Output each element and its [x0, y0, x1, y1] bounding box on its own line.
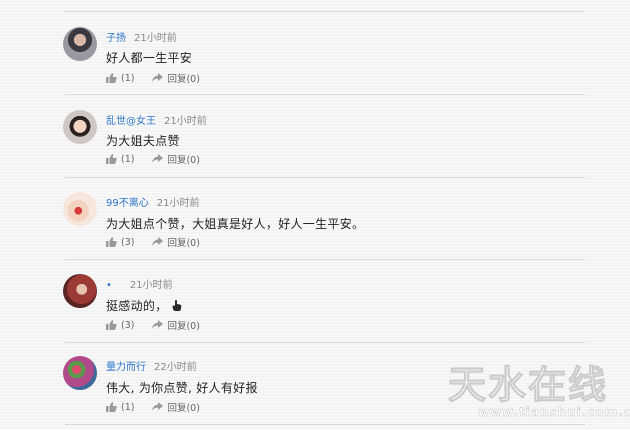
reply-arrow-icon [152, 320, 164, 329]
timestamp: 21小时前 [164, 116, 207, 127]
reply-count: 回复(0) [167, 238, 200, 249]
avatar[interactable] [63, 274, 97, 308]
comment-actions: (3) 回复(0) [106, 318, 200, 332]
thumbs-up-icon [106, 402, 117, 412]
timestamp: 22小时前 [154, 362, 197, 373]
avatar[interactable] [63, 192, 97, 226]
username-link[interactable]: 量力而行 [106, 362, 146, 373]
comment-meta: 量力而行 22小时前 [106, 358, 197, 373]
thumbs-up-icon [106, 154, 117, 164]
comment-text: 好人都一生平安 [106, 51, 193, 65]
reply-button[interactable]: 回复(0) [152, 71, 200, 85]
comment-meta: • 21小时前 [106, 276, 173, 291]
comment-item: • 21小时前 挺感动的， (3) 回复(0) [0, 260, 630, 342]
comment-actions: (3) 回复(0) [106, 235, 200, 249]
comment-meta: 99不离心 21小时前 [106, 194, 199, 209]
reply-button[interactable]: 回复(0) [152, 318, 200, 332]
username-link[interactable]: 子扬 [106, 33, 126, 44]
username-link[interactable]: 99不离心 [106, 198, 149, 209]
comment-text: 为大姐夫点赞 [106, 134, 180, 148]
reply-count: 回复(0) [167, 321, 200, 332]
reply-arrow-icon [152, 402, 164, 411]
username-link[interactable]: 乱世@女王 [106, 116, 156, 127]
like-button[interactable]: (1) [106, 73, 134, 84]
like-button[interactable]: (3) [106, 320, 134, 331]
comment-meta: 乱世@女王 21小时前 [106, 112, 207, 127]
thumbs-up-icon [106, 237, 117, 247]
comment-text: 为大姐点个赞，大姐真是好人，好人一生平安。 [106, 217, 365, 231]
reply-arrow-icon [152, 154, 164, 163]
reply-button[interactable]: 回复(0) [152, 152, 200, 166]
reply-count: 回复(0) [167, 403, 200, 414]
comment-actions: (1) 回复(0) [106, 71, 200, 85]
comment-meta: 子扬 21小时前 [106, 29, 177, 44]
reply-button[interactable]: 回复(0) [152, 235, 200, 249]
pointing-hand-emoji-icon [172, 300, 181, 311]
like-count: (1) [121, 153, 135, 165]
username-link[interactable]: • [106, 280, 112, 291]
comment-item: 乱世@女王 21小时前 为大姐夫点赞 (1) 回复(0) [0, 95, 630, 177]
like-count: (1) [121, 72, 135, 84]
reply-count: 回复(0) [167, 74, 200, 85]
like-count: (3) [121, 319, 135, 331]
site-watermark: 天水在线 www.tianshui.com.cn [447, 354, 630, 424]
avatar[interactable] [63, 27, 97, 61]
avatar[interactable] [63, 356, 97, 390]
comment-actions: (1) 回复(0) [106, 400, 200, 414]
timestamp: 21小时前 [129, 280, 173, 291]
avatar[interactable] [63, 110, 97, 144]
reply-count: 回复(0) [167, 155, 200, 166]
comment-text: 挺感动的， [106, 297, 182, 314]
reply-arrow-icon [152, 237, 164, 246]
like-button[interactable]: (3) [106, 237, 134, 248]
timestamp: 21小时前 [156, 198, 200, 209]
comment-text-content: 挺感动的， [106, 299, 168, 313]
watermark-url: www.tianshui.com.cn [478, 405, 630, 419]
reply-button[interactable]: 回复(0) [152, 400, 200, 414]
comment-actions: (1) 回复(0) [106, 152, 200, 166]
like-button[interactable]: (1) [106, 402, 134, 413]
comment-text: 伟大, 为你点赞, 好人有好报 [106, 381, 258, 395]
timestamp: 21小时前 [134, 33, 177, 44]
like-count: (1) [121, 401, 135, 413]
thumbs-up-icon [106, 73, 117, 83]
like-button[interactable]: (1) [106, 154, 134, 165]
watermark-title: 天水在线 [447, 363, 609, 408]
reply-arrow-icon [152, 73, 164, 82]
like-count: (3) [121, 236, 135, 248]
thumbs-up-icon [106, 320, 117, 330]
comment-item: 99不离心 21小时前 为大姐点个赞，大姐真是好人，好人一生平安。 (3) 回复(… [0, 178, 630, 260]
comment-item: 子扬 21小时前 好人都一生平安 (1) 回复(0) [0, 12, 630, 94]
